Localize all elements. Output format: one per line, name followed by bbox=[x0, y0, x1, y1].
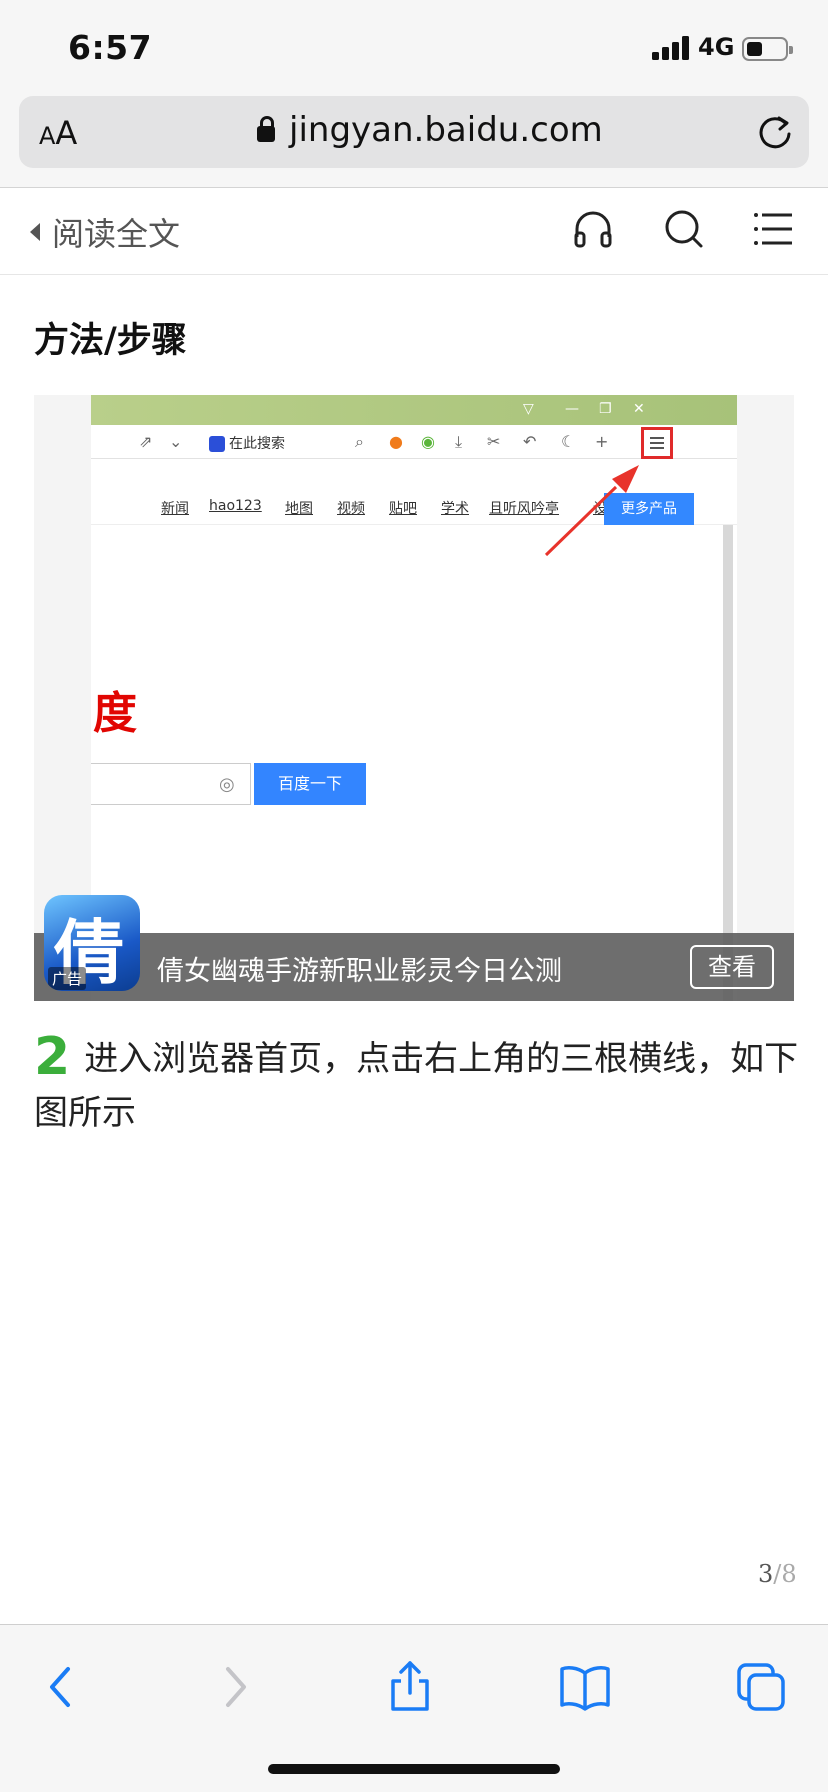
tabs-icon[interactable] bbox=[733, 1659, 789, 1715]
back-icon[interactable] bbox=[34, 1659, 90, 1715]
menu-icon[interactable] bbox=[752, 207, 796, 251]
skin-icon: ▽ bbox=[523, 401, 534, 417]
home-indicator[interactable] bbox=[268, 1764, 560, 1774]
screenshot-scrollbar bbox=[723, 525, 733, 1001]
close-icon: ✕ bbox=[633, 401, 645, 417]
status-bar: 6:57 4G bbox=[0, 0, 828, 88]
restore-icon: ❐ bbox=[599, 401, 612, 417]
page-current: 3 bbox=[758, 1560, 774, 1588]
nav-link: hao123 bbox=[209, 498, 262, 514]
chevron-down-icon: ⌄ bbox=[169, 432, 183, 451]
ad-view-button[interactable]: 查看 bbox=[690, 945, 774, 989]
signal-icon bbox=[652, 36, 692, 60]
magnifier-small-icon: ⌕ bbox=[355, 432, 364, 451]
address-bar[interactable]: AA jingyan.baidu.com bbox=[19, 96, 809, 168]
page-indicator: 3/8 bbox=[758, 1560, 797, 1588]
read-full-link[interactable]: 阅读全文 bbox=[30, 209, 180, 255]
browser-address-area: AA jingyan.baidu.com bbox=[0, 88, 828, 188]
nav-link: 新闻 bbox=[161, 501, 189, 517]
game-icon: ● bbox=[389, 432, 403, 451]
lock-icon bbox=[257, 116, 275, 142]
caret-left-icon bbox=[30, 223, 40, 241]
section-title: 方法/步骤 bbox=[34, 321, 187, 361]
bookmarks-icon[interactable] bbox=[557, 1659, 613, 1715]
url-text[interactable]: jingyan.baidu.com bbox=[289, 110, 603, 150]
nav-link: 视频 bbox=[337, 501, 365, 517]
screenshot-search-box: 在此搜索 bbox=[209, 433, 285, 453]
status-time: 6:57 bbox=[68, 28, 153, 67]
headphones-icon[interactable] bbox=[571, 207, 615, 251]
share-icon[interactable] bbox=[382, 1659, 438, 1715]
forward-icon[interactable] bbox=[206, 1659, 262, 1715]
more-products-button: 更多产品 bbox=[604, 493, 694, 525]
screenshot-search-button: 百度一下 bbox=[254, 763, 366, 805]
baidu-logo-fragment: 度 bbox=[93, 688, 137, 739]
highlighted-menu-icon bbox=[641, 427, 673, 459]
download-icon: ⤓ bbox=[455, 432, 463, 451]
moon-icon: ☾ bbox=[561, 432, 576, 451]
nav-link: 且听风吟亭 bbox=[489, 501, 559, 517]
minimize-icon: — bbox=[565, 401, 579, 417]
step-text: 进入浏览器首页，点击右上角的三根横线，如下图所示 bbox=[34, 1039, 799, 1133]
nav-link: 学术 bbox=[441, 501, 469, 517]
ad-tag: 广告 bbox=[48, 967, 87, 990]
ad-text: 倩女幽魂手游新职业影灵今日公测 bbox=[157, 956, 562, 987]
reload-icon[interactable] bbox=[755, 112, 795, 152]
screenshot-browser-window: ▽ — ❐ ✕ ⇗ ⌄ 在此搜索 ⌕ ● ◉ ⤓ ✂ ↶ ☾ + 新闻 hao1… bbox=[91, 395, 737, 1001]
screenshot-search-field: ◎ bbox=[91, 763, 251, 805]
step-description: 2 进入浏览器首页，点击右上角的三根横线，如下图所示 bbox=[34, 1030, 804, 1140]
scissors-icon: ✂ bbox=[487, 432, 501, 451]
screenshot-titlebar: ▽ — ❐ ✕ bbox=[91, 395, 737, 425]
page-total: /8 bbox=[773, 1560, 797, 1588]
text-size-button[interactable]: AA bbox=[39, 114, 77, 152]
share-small-icon: ⇗ bbox=[139, 432, 153, 451]
read-full-label: 阅读全文 bbox=[52, 215, 181, 253]
plus-icon: + bbox=[595, 432, 609, 451]
network-label: 4G bbox=[698, 33, 735, 61]
baidu-paw-icon bbox=[209, 436, 225, 452]
game-app-icon[interactable]: 倩 广告 bbox=[44, 895, 140, 991]
search-icon[interactable] bbox=[662, 207, 706, 251]
step-screenshot[interactable]: ▽ — ❐ ✕ ⇗ ⌄ 在此搜索 ⌕ ● ◉ ⤓ ✂ ↶ ☾ + 新闻 hao1… bbox=[34, 395, 794, 1001]
refresh-green-icon: ◉ bbox=[421, 432, 435, 451]
battery-icon bbox=[742, 37, 793, 61]
undo-icon: ↶ bbox=[523, 432, 537, 451]
step-number: 2 bbox=[34, 1027, 71, 1087]
camera-icon: ◎ bbox=[219, 774, 235, 795]
page-header: 阅读全文 bbox=[0, 189, 828, 275]
ad-banner[interactable]: 倩女幽魂手游新职业影灵今日公测 查看 bbox=[34, 933, 794, 1001]
nav-link: 地图 bbox=[285, 501, 313, 517]
nav-link: 贴吧 bbox=[389, 501, 417, 517]
